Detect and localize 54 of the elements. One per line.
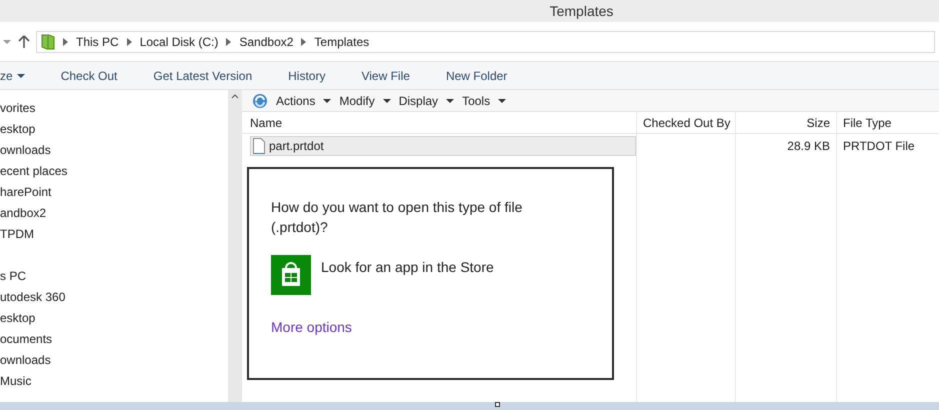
caret-icon[interactable]: [16, 74, 25, 78]
window-title: Templates: [550, 2, 614, 21]
nav-item[interactable]: andbox2: [0, 203, 46, 224]
nav-item[interactable]: s PC: [0, 266, 26, 287]
ribbon-button[interactable]: New Folder: [446, 66, 508, 84]
nav-item[interactable]: Music: [0, 371, 32, 392]
store-option[interactable]: Look for an app in the Store: [321, 255, 494, 278]
document-icon: [253, 138, 265, 154]
nav-item[interactable]: esktop: [0, 119, 36, 140]
nav-item[interactable]: ownloads: [0, 140, 51, 161]
nav-item[interactable]: ownloads: [0, 350, 51, 371]
up-arrow-icon[interactable]: [18, 34, 30, 48]
chevron-icon[interactable]: [226, 38, 232, 46]
more-options-link[interactable]: More options: [271, 317, 352, 338]
scroll-up-icon[interactable]: [231, 94, 239, 99]
folder-icon: [41, 34, 55, 50]
ribbon-button[interactable]: Get Latest Version: [153, 66, 252, 84]
address-bar[interactable]: This PC Local Disk (C:) Sandbox2 Templates: [36, 30, 935, 52]
column-header[interactable]: Size: [806, 114, 830, 132]
menu-button[interactable]: Modify: [339, 92, 391, 110]
nav-item[interactable]: ocuments: [0, 329, 52, 350]
file-name: part.prtdot: [269, 138, 324, 155]
ribbon-button[interactable]: History: [288, 66, 326, 84]
nav-item[interactable]: harePoint: [0, 182, 52, 203]
table-cell-text: PRTDOT File: [843, 138, 915, 155]
store-icon[interactable]: [271, 255, 311, 295]
dialog-question: How do you want to open this type of file (.prtdot)?: [271, 198, 524, 237]
table-cell-text: 28.9 KB: [787, 138, 830, 155]
column-header[interactable]: File Type: [843, 114, 892, 132]
chevron-icon[interactable]: [126, 38, 132, 46]
dropdown-icon[interactable]: [2, 38, 12, 44]
menu-button[interactable]: Tools: [462, 92, 506, 110]
ribbon-button[interactable]: Check Out: [60, 66, 118, 84]
refresh-icon[interactable]: [252, 92, 268, 108]
menu-button[interactable]: Actions: [276, 92, 332, 110]
file-row[interactable]: part.prtdot: [250, 136, 636, 156]
menu-button[interactable]: Display: [398, 92, 454, 110]
breadcrumb-item[interactable]: Sandbox2: [239, 32, 294, 50]
chevron-icon[interactable]: [63, 38, 68, 46]
nav-item[interactable]: esktop: [0, 308, 36, 329]
breadcrumb-item[interactable]: This PC: [76, 32, 119, 50]
scrollbar[interactable]: [228, 90, 242, 402]
nav-item[interactable]: vorites: [0, 98, 36, 119]
nav-item[interactable]: ecent places: [0, 161, 68, 182]
column-header[interactable]: Checked Out By: [643, 114, 730, 132]
chevron-icon[interactable]: [301, 38, 306, 46]
resize-handle[interactable]: [494, 402, 500, 407]
nav-item[interactable]: TPDM: [0, 224, 34, 245]
ribbon-button[interactable]: View File: [361, 66, 410, 84]
column-header[interactable]: Name: [250, 114, 282, 132]
ribbon-button[interactable]: ze: [0, 66, 25, 84]
nav-item[interactable]: utodesk 360: [0, 287, 66, 308]
breadcrumb-item[interactable]: Templates: [314, 32, 370, 50]
breadcrumb-item[interactable]: Local Disk (C:): [140, 32, 218, 50]
